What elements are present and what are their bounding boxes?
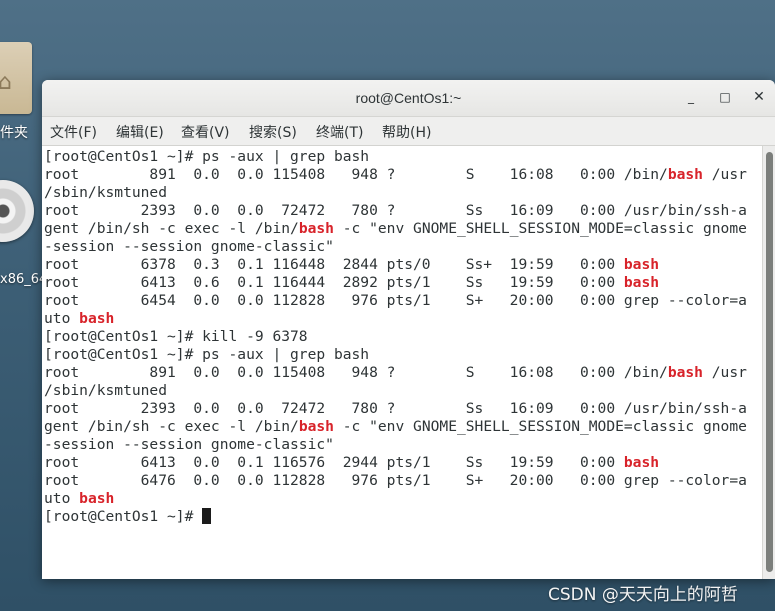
menu-edit[interactable]: 编辑(E): [116, 122, 164, 142]
terminal-scrollbar[interactable]: [762, 146, 775, 579]
terminal-line: root 6413 0.6 0.1 116444 2892 pts/1 Ss 1…: [44, 274, 660, 291]
desktop-disc-icon[interactable]: [0, 180, 34, 242]
terminal-line: root 6413 0.0 0.1 116576 2944 pts/1 Ss 1…: [44, 454, 660, 471]
terminal-cursor: [202, 508, 212, 524]
terminal-line: -session --session gnome-classic": [44, 238, 334, 255]
menu-search[interactable]: 搜索(S): [249, 122, 297, 142]
menu-bar: 文件(F) 编辑(E) 查看(V) 搜索(S) 终端(T) 帮助(H): [42, 117, 775, 146]
terminal-line: root 891 0.0 0.0 115408 948 ? S 16:08 0:…: [44, 364, 747, 381]
scrollbar-thumb[interactable]: [766, 152, 773, 572]
window-titlebar[interactable]: root@CentOs1:~ _ □ ✕: [42, 80, 775, 117]
window-title: root@CentOs1:~: [355, 90, 462, 106]
terminal-line: root 2393 0.0 0.0 72472 780 ? Ss 16:09 0…: [44, 400, 747, 417]
terminal-line: uto bash: [44, 310, 115, 327]
terminal-line: root 6378 0.3 0.1 116448 2844 pts/0 Ss+ …: [44, 256, 660, 273]
close-button[interactable]: ✕: [750, 88, 768, 106]
terminal-line: [root@CentOs1 ~]# kill -9 6378: [44, 328, 308, 345]
terminal-line: gent /bin/sh -c exec -l /bin/bash -c "en…: [44, 418, 747, 435]
desktop-folder-label: 件夹: [0, 125, 28, 141]
menu-terminal[interactable]: 终端(T): [316, 122, 363, 142]
terminal-text: [root@CentOs1 ~]# ps -aux | grep bash ro…: [42, 148, 747, 526]
maximize-button[interactable]: □: [716, 88, 734, 106]
terminal-line: root 6454 0.0 0.0 112828 976 pts/1 S+ 20…: [44, 292, 747, 309]
menu-view[interactable]: 查看(V): [181, 122, 230, 142]
menu-help[interactable]: 帮助(H): [382, 122, 431, 142]
terminal-window: root@CentOs1:~ _ □ ✕ 文件(F) 编辑(E) 查看(V) 搜…: [42, 80, 775, 579]
desktop-disc-label: x86_64: [0, 272, 48, 287]
terminal-output-area[interactable]: [root@CentOs1 ~]# ps -aux | grep bash ro…: [42, 146, 762, 579]
terminal-line: root 6476 0.0 0.0 112828 976 pts/1 S+ 20…: [44, 472, 747, 489]
minimize-button[interactable]: _: [682, 88, 700, 106]
terminal-line: root 891 0.0 0.0 115408 948 ? S 16:08 0:…: [44, 166, 747, 183]
terminal-line: [root@CentOs1 ~]# ps -aux | grep bash: [44, 148, 370, 165]
terminal-line: /sbin/ksmtuned: [44, 382, 168, 399]
csdn-watermark: CSDN @天天向上的阿哲: [548, 585, 738, 605]
terminal-line: -session --session gnome-classic": [44, 436, 334, 453]
terminal-line: uto bash: [44, 490, 115, 507]
home-glyph-icon: ⌂: [0, 70, 12, 95]
terminal-line: /sbin/ksmtuned: [44, 184, 168, 201]
terminal-line: root 2393 0.0 0.0 72472 780 ? Ss 16:09 0…: [44, 202, 747, 219]
menu-file[interactable]: 文件(F): [50, 122, 97, 142]
terminal-line: gent /bin/sh -c exec -l /bin/bash -c "en…: [44, 220, 747, 237]
terminal-line: [root@CentOs1 ~]# ps -aux | grep bash: [44, 346, 370, 363]
terminal-line: [root@CentOs1 ~]#: [44, 508, 212, 525]
desktop-folder-icon[interactable]: ⌂: [0, 42, 32, 114]
